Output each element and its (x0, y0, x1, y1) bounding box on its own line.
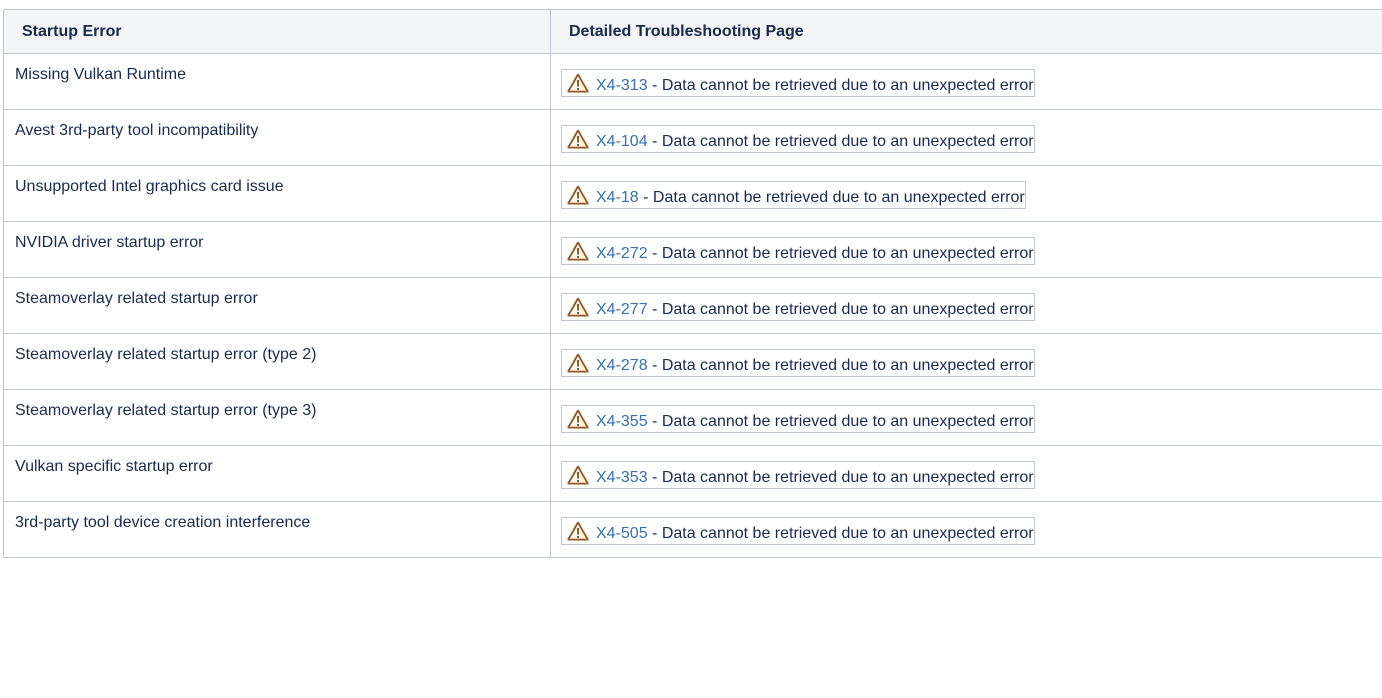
table-row: Unsupported Intel graphics card issue X4… (3, 165, 1382, 222)
issue-error-message: - Data cannot be retrieved due to an une… (647, 469, 1034, 486)
issue-key-link[interactable]: X4-104 (596, 133, 648, 150)
table-row: Steamoverlay related startup error (type… (3, 389, 1382, 446)
error-cell: Steamoverlay related startup error (3, 277, 551, 334)
issue-error-message: - Data cannot be retrieved due to an une… (647, 77, 1034, 94)
error-cell: 3rd-party tool device creation interfere… (3, 501, 551, 558)
error-name: Unsupported Intel graphics card issue (15, 178, 284, 195)
error-cell: Vulkan specific startup error (3, 445, 551, 502)
issue-error-message: - Data cannot be retrieved due to an une… (647, 413, 1034, 430)
jira-issue-macro: X4-278 - Data cannot be retrieved due to… (561, 349, 1035, 377)
header-troubleshooting-page: Detailed Troubleshooting Page (550, 9, 1382, 54)
warning-triangle-icon (567, 73, 589, 93)
warning-triangle-icon (567, 465, 589, 485)
jira-issue-macro: X4-272 - Data cannot be retrieved due to… (561, 237, 1035, 265)
issue-error-message: - Data cannot be retrieved due to an une… (647, 357, 1034, 374)
issue-key-link[interactable]: X4-18 (596, 189, 639, 206)
error-name: Vulkan specific startup error (15, 458, 213, 475)
error-cell: Steamoverlay related startup error (type… (3, 389, 551, 446)
warning-triangle-icon (567, 297, 589, 317)
warning-triangle-icon (567, 241, 589, 261)
jira-issue-macro: X4-18 - Data cannot be retrieved due to … (561, 181, 1026, 209)
issue-key-link[interactable]: X4-505 (596, 525, 648, 542)
error-name: Steamoverlay related startup error (15, 290, 258, 307)
error-name: Steamoverlay related startup error (type… (15, 402, 317, 419)
jira-issue-macro: X4-277 - Data cannot be retrieved due to… (561, 293, 1035, 321)
header-startup-error: Startup Error (3, 9, 551, 54)
table-row: Steamoverlay related startup error (type… (3, 333, 1382, 390)
issue-error-message: - Data cannot be retrieved due to an une… (647, 525, 1034, 542)
error-name: Avest 3rd-party tool incompatibility (15, 122, 259, 139)
issue-key-link[interactable]: X4-313 (596, 77, 648, 94)
jira-issue-macro: X4-104 - Data cannot be retrieved due to… (561, 125, 1035, 153)
issue-error-message: - Data cannot be retrieved due to an une… (647, 245, 1034, 262)
issue-error-message: - Data cannot be retrieved due to an une… (647, 133, 1034, 150)
troubleshooting-cell: X4-313 - Data cannot be retrieved due to… (550, 53, 1382, 110)
issue-key-link[interactable]: X4-277 (596, 301, 648, 318)
jira-issue-macro: X4-355 - Data cannot be retrieved due to… (561, 405, 1035, 433)
table-row: Steamoverlay related startup error X4-27… (3, 277, 1382, 334)
error-cell: Steamoverlay related startup error (type… (3, 333, 551, 390)
error-name: 3rd-party tool device creation interfere… (15, 514, 311, 531)
issue-key-link[interactable]: X4-355 (596, 413, 648, 430)
troubleshooting-cell: X4-18 - Data cannot be retrieved due to … (550, 165, 1382, 222)
table-row: 3rd-party tool device creation interfere… (3, 501, 1382, 558)
jira-issue-macro: X4-353 - Data cannot be retrieved due to… (561, 461, 1035, 489)
error-cell: Avest 3rd-party tool incompatibility (3, 109, 551, 166)
troubleshooting-cell: X4-353 - Data cannot be retrieved due to… (550, 445, 1382, 502)
jira-issue-macro: X4-505 - Data cannot be retrieved due to… (561, 517, 1035, 545)
warning-triangle-icon (567, 129, 589, 149)
startup-errors-table: Startup Error Detailed Troubleshooting P… (3, 9, 1382, 558)
troubleshooting-cell: X4-355 - Data cannot be retrieved due to… (550, 389, 1382, 446)
jira-issue-macro: X4-313 - Data cannot be retrieved due to… (561, 69, 1035, 97)
troubleshooting-cell: X4-278 - Data cannot be retrieved due to… (550, 333, 1382, 390)
issue-key-link[interactable]: X4-353 (596, 469, 648, 486)
table-row: Missing Vulkan Runtime X4-313 - Data can… (3, 53, 1382, 110)
table-row: Vulkan specific startup error X4-353 - D… (3, 445, 1382, 502)
table-row: NVIDIA driver startup error X4-272 - Dat… (3, 221, 1382, 278)
issue-key-link[interactable]: X4-278 (596, 357, 648, 374)
error-name: Steamoverlay related startup error (type… (15, 346, 317, 363)
error-name: NVIDIA driver startup error (15, 234, 204, 251)
warning-triangle-icon (567, 521, 589, 541)
troubleshooting-cell: X4-272 - Data cannot be retrieved due to… (550, 221, 1382, 278)
troubleshooting-cell: X4-505 - Data cannot be retrieved due to… (550, 501, 1382, 558)
warning-triangle-icon (567, 185, 589, 205)
troubleshooting-cell: X4-277 - Data cannot be retrieved due to… (550, 277, 1382, 334)
header-row: Startup Error Detailed Troubleshooting P… (3, 9, 1382, 54)
issue-error-message: - Data cannot be retrieved due to an une… (638, 189, 1025, 206)
warning-triangle-icon (567, 409, 589, 429)
issue-key-link[interactable]: X4-272 (596, 245, 648, 262)
troubleshooting-cell: X4-104 - Data cannot be retrieved due to… (550, 109, 1382, 166)
table-row: Avest 3rd-party tool incompatibility X4-… (3, 109, 1382, 166)
error-cell: Missing Vulkan Runtime (3, 53, 551, 110)
error-cell: Unsupported Intel graphics card issue (3, 165, 551, 222)
issue-error-message: - Data cannot be retrieved due to an une… (647, 301, 1034, 318)
error-name: Missing Vulkan Runtime (15, 66, 187, 83)
error-cell: NVIDIA driver startup error (3, 221, 551, 278)
warning-triangle-icon (567, 353, 589, 373)
